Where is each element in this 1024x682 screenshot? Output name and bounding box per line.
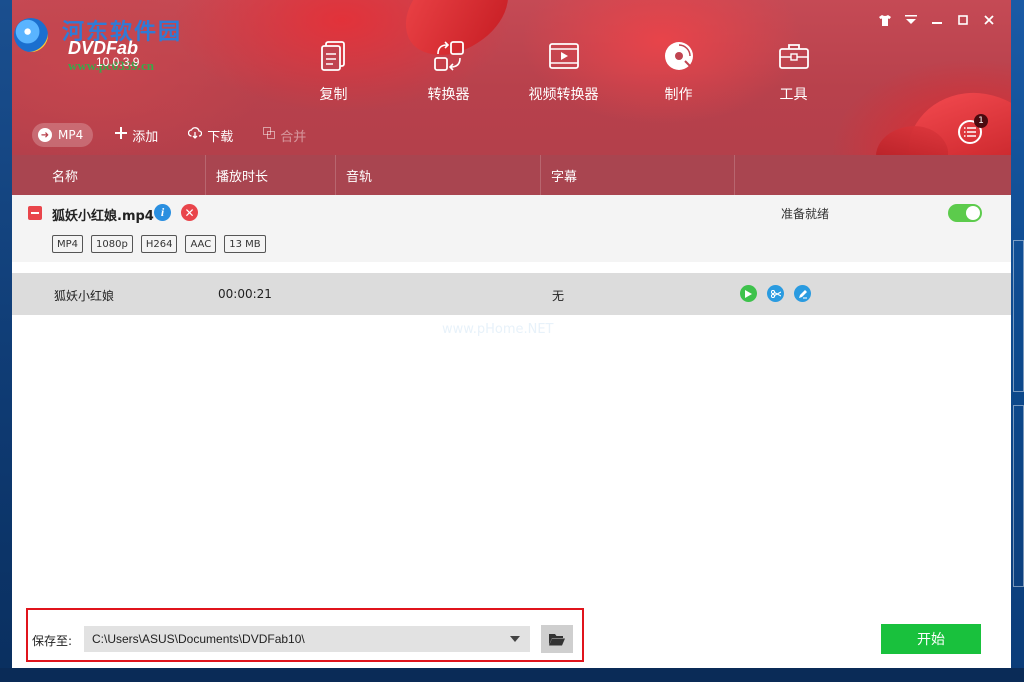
remove-icon[interactable]: ✕	[181, 204, 198, 221]
column-name[interactable]: 名称	[12, 155, 206, 195]
merge-icon	[263, 127, 276, 143]
download-button[interactable]: 下载	[188, 126, 233, 145]
info-icon[interactable]: i	[154, 204, 171, 221]
start-button[interactable]: 开始	[881, 624, 981, 654]
file-row[interactable]: 狐妖小红娘.mp4 i ✕ 准备就绪 MP4 1080p H264 AAC 13…	[12, 195, 1011, 262]
desktop-taskbar-edge	[0, 668, 1024, 682]
copy-icon	[318, 40, 350, 72]
app-logo: 河东软件园 DVDFab www.pc0359.cn 10.0.3.9	[12, 10, 212, 73]
nav-video-converter[interactable]: 视频转换器	[506, 40, 621, 110]
enable-toggle[interactable]	[948, 204, 982, 222]
nav-toolbox[interactable]: 工具	[736, 40, 851, 110]
file-name: 狐妖小红娘.mp4	[52, 209, 154, 224]
toolbox-icon	[778, 40, 810, 72]
video-converter-icon	[548, 40, 580, 72]
queue-count-badge: 1	[974, 114, 988, 128]
column-subtitle[interactable]: 字幕	[541, 155, 735, 195]
nav-label: 制作	[664, 87, 693, 103]
title-subtitle[interactable]: 无	[552, 287, 564, 304]
desktop-left-edge	[0, 0, 12, 682]
tag-video-codec: H264	[140, 235, 178, 253]
shirt-icon[interactable]	[877, 12, 893, 28]
version-label: 10.0.3.9	[96, 55, 140, 69]
tag-size: 13 MB	[224, 235, 266, 253]
plus-icon	[115, 127, 128, 143]
main-nav: 复制 转换器 视频转换器 制作 工具	[276, 40, 851, 110]
column-duration[interactable]: 播放时长	[206, 155, 336, 195]
close-icon[interactable]	[981, 12, 997, 28]
download-label: 下载	[207, 129, 234, 145]
file-status: 准备就绪	[781, 207, 830, 221]
nav-creator[interactable]: 制作	[621, 40, 736, 110]
nav-label: 工具	[779, 87, 808, 103]
add-label: 添加	[132, 129, 159, 145]
add-button[interactable]: 添加	[115, 126, 158, 145]
arrow-right-icon: ➜	[38, 128, 52, 142]
nav-label: 转换器	[427, 87, 470, 103]
list-column-header: 名称 播放时长 音轨 字幕	[12, 155, 1011, 195]
minimize-icon[interactable]	[929, 12, 945, 28]
column-blank	[735, 155, 1011, 195]
dvdfab-window: 河东软件园 DVDFab www.pc0359.cn 10.0.3.9 复制 转…	[12, 0, 1011, 668]
cloud-download-icon	[188, 127, 203, 143]
output-path-dropdown[interactable]: C:\Users\ASUS\Documents\DVDFab10\	[84, 626, 530, 652]
merge-label: 合并	[280, 129, 307, 145]
column-audio[interactable]: 音轨	[336, 155, 541, 195]
edit-icon[interactable]	[794, 285, 811, 302]
chevron-down-icon	[510, 636, 520, 642]
play-icon[interactable]	[740, 285, 757, 302]
title-duration: 00:00:21	[218, 287, 272, 301]
list-icon	[964, 127, 976, 137]
folder-open-icon	[549, 633, 565, 645]
tag-container: MP4	[52, 235, 84, 253]
nav-label: 视频转换器	[528, 87, 599, 103]
row-separator	[12, 262, 1011, 273]
tag-audio-codec: AAC	[185, 235, 217, 253]
tag-resolution: 1080p	[91, 235, 133, 253]
save-to-label: 保存至:	[32, 634, 73, 648]
nav-ripper[interactable]: 转换器	[391, 40, 506, 110]
footer-bar: 保存至: C:\Users\ASUS\Documents\DVDFab10\ 开…	[12, 604, 1011, 668]
window-controls	[877, 12, 997, 28]
menu-icon[interactable]	[903, 12, 919, 28]
trim-icon[interactable]	[767, 285, 784, 302]
profile-mp4-button[interactable]: ➜ MP4	[32, 123, 94, 147]
output-path-value: C:\Users\ASUS\Documents\DVDFab10\	[92, 632, 305, 646]
dvdfab-logo-icon	[14, 18, 48, 52]
collapse-icon[interactable]	[28, 206, 42, 220]
watermark-text: www.pHome.NET	[442, 322, 554, 337]
nav-label: 复制	[319, 87, 348, 103]
toolbar: ➜ MP4 添加 下载 合并	[32, 122, 336, 148]
nav-copy[interactable]: 复制	[276, 40, 391, 110]
profile-label: MP4	[58, 128, 84, 142]
title-name: 狐妖小红娘	[54, 289, 115, 303]
creator-icon	[663, 40, 695, 72]
merge-button[interactable]: 合并	[263, 126, 306, 145]
browse-folder-button[interactable]	[541, 625, 573, 653]
title-row[interactable]: 狐妖小红娘 00:00:21 无	[12, 273, 1011, 315]
desktop-right-edge	[1011, 0, 1024, 682]
maximize-icon[interactable]	[955, 12, 971, 28]
file-tags: MP4 1080p H264 AAC 13 MB	[52, 235, 266, 253]
ripper-icon	[433, 40, 465, 72]
